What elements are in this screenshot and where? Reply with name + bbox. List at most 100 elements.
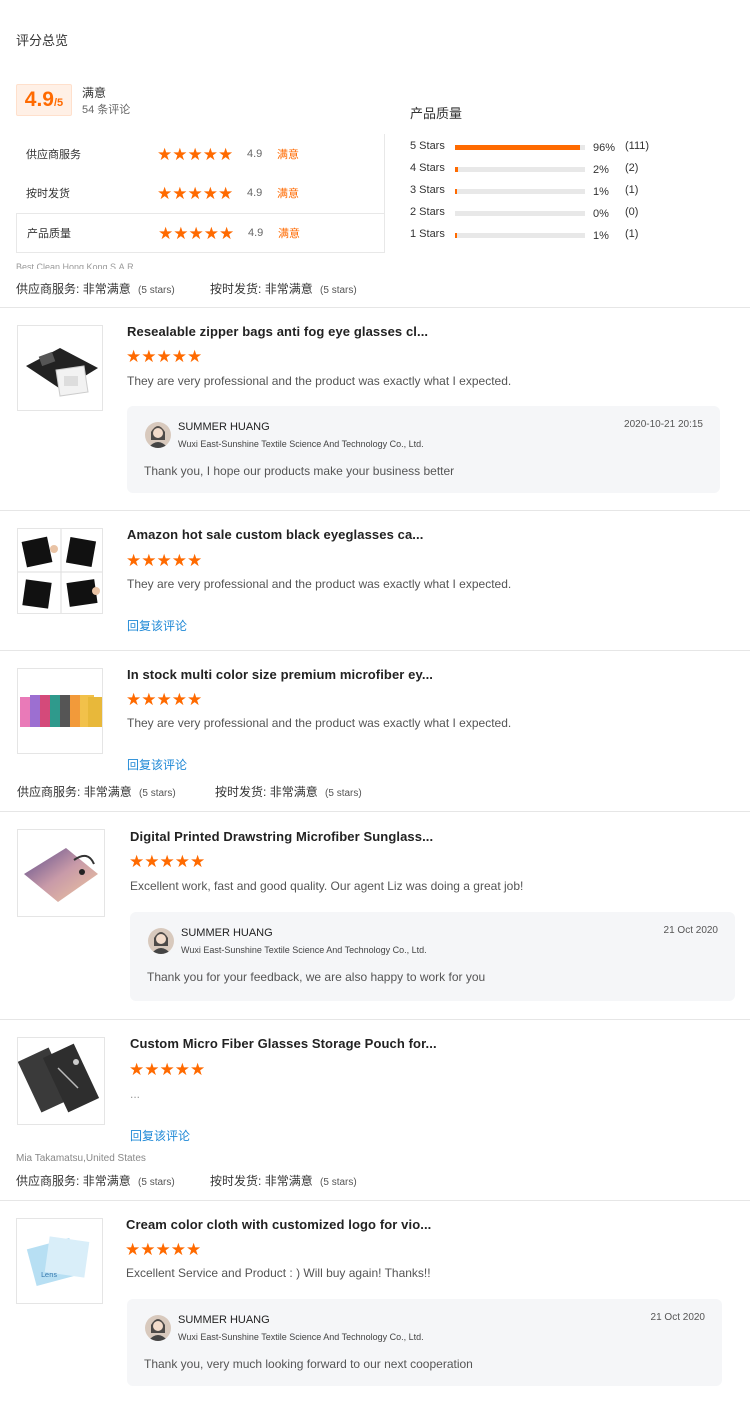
distribution-count: (2) (625, 162, 639, 174)
product-title[interactable]: In stock multi color size premium microf… (127, 667, 433, 682)
distribution-percent: 0% (593, 208, 609, 220)
distribution-count: (0) (625, 206, 639, 218)
review-text: They are very professional and the produ… (127, 577, 512, 591)
divider (0, 650, 750, 651)
distribution-percent: 2% (593, 164, 609, 176)
distribution-bar (455, 167, 585, 172)
metric-value: 4.9 (247, 187, 263, 199)
review-text: They are very professional and the produ… (127, 374, 512, 388)
reply-date: 2020-10-21 20:15 (624, 419, 703, 430)
product-thumbnail[interactable] (17, 1037, 105, 1125)
reply-text: Thank you, I hope our products make your… (144, 464, 455, 478)
reply-review-link[interactable]: 回复该评论 (130, 1127, 190, 1144)
review-stars-icon: ★★★★★ (125, 1240, 202, 1259)
overall-score-badge: 4.9/5 (16, 84, 72, 116)
distribution-bar-fill (455, 145, 580, 150)
reply-company: Wuxi East-Sunshine Textile Science And T… (178, 1332, 424, 1342)
product-thumbnail[interactable] (17, 829, 105, 917)
review-text: Excellent Service and Product : ) Will b… (126, 1266, 431, 1280)
rating-label: 供应商服务: (17, 785, 81, 799)
review-stars-icon: ★★★★★ (129, 1060, 206, 1079)
avatar (148, 928, 174, 954)
rating-stars-note: (5 stars) (320, 285, 357, 296)
rating-value: 非常满意 (82, 282, 131, 296)
product-title[interactable]: Cream color cloth with customized logo f… (126, 1217, 431, 1232)
divider (0, 811, 750, 812)
distribution-percent: 1% (593, 230, 609, 242)
rating-label: 按时发货: (210, 1174, 262, 1188)
reply-date: 21 Oct 2020 (663, 925, 718, 936)
metric-value: 4.9 (248, 227, 264, 239)
product-thumbnail[interactable] (17, 325, 103, 411)
product-thumbnail[interactable] (17, 668, 103, 754)
rating-label: 按时发货: (215, 785, 267, 799)
rating-line: 供应商服务: 非常满意 (5 stars) (16, 280, 175, 297)
reviewer-name: Mia Takamatsu,United States (16, 1153, 146, 1164)
reply-review-link[interactable]: 回复该评论 (127, 617, 187, 634)
metric-label: 按时发货 (26, 188, 70, 200)
reviewer-name: Best Clean,Hong Kong S.A.R. (16, 262, 137, 269)
star-distribution-row: 1 Stars 1% (1) (410, 228, 710, 244)
metric-row-delivery: 按时发货 ★★★★★ 4.9 满意 (16, 173, 385, 213)
rating-value: 非常满意 (269, 785, 318, 799)
star-distribution-row: 3 Stars 1% (1) (410, 184, 710, 200)
distribution-bar (455, 189, 585, 194)
rating-label: 供应商服务: (16, 282, 80, 296)
divider (0, 1019, 750, 1020)
metric-row-service: 供应商服务 ★★★★★ 4.9 满意 (16, 134, 385, 174)
rating-label: 按时发货: (210, 282, 262, 296)
metric-satisfaction: 满意 (277, 188, 299, 200)
reply-review-link[interactable]: 回复该评论 (127, 756, 187, 773)
metrics-list: 供应商服务 ★★★★★ 4.9 满意 按时发货 ★★★★★ 4.9 满意 产品质… (16, 134, 385, 253)
svg-text:Lens: Lens (41, 1271, 58, 1279)
review-stars-icon: ★★★★★ (126, 690, 203, 709)
metric-label: 产品质量 (27, 228, 71, 240)
distribution-label: 1 Stars (410, 228, 445, 240)
distribution-bar (455, 233, 585, 238)
product-title[interactable]: Digital Printed Drawstring Microfiber Su… (130, 829, 433, 844)
reply-author: SUMMER HUANG (178, 421, 270, 433)
rating-value: 非常满意 (82, 1174, 131, 1188)
product-title[interactable]: Resealable zipper bags anti fog eye glas… (127, 324, 428, 339)
reply-date: 21 Oct 2020 (650, 1312, 705, 1323)
distribution-count: (1) (625, 228, 639, 240)
star-distribution-row: 4 Stars 2% (2) (410, 162, 710, 178)
distribution-title: 产品质量 (410, 106, 463, 121)
score-max: /5 (54, 97, 64, 109)
distribution-label: 5 Stars (410, 140, 445, 152)
divider (0, 510, 750, 511)
star-distribution-row: 2 Stars 0% (0) (410, 206, 710, 222)
rating-value: 非常满意 (83, 785, 132, 799)
product-title[interactable]: Amazon hot sale custom black eyeglasses … (127, 527, 423, 542)
metric-value: 4.9 (247, 148, 263, 160)
rating-stars-note: (5 stars) (139, 788, 176, 799)
product-thumbnail[interactable] (17, 528, 103, 614)
review-stars-icon: ★★★★★ (129, 852, 206, 871)
distribution-count: (111) (625, 140, 650, 152)
review-text: ... (130, 1087, 141, 1101)
product-title[interactable]: Custom Micro Fiber Glasses Storage Pouch… (130, 1036, 437, 1051)
distribution-bar-fill (455, 189, 457, 194)
distribution-bar-fill (455, 233, 457, 238)
reply-author: SUMMER HUANG (181, 927, 273, 939)
product-thumbnail[interactable]: Lens (16, 1218, 103, 1304)
reply-text: Thank you, very much looking forward to … (144, 1357, 473, 1371)
supplier-reply: SUMMER HUANG Wuxi East-Sunshine Textile … (127, 1299, 722, 1386)
reply-author: SUMMER HUANG (178, 1314, 270, 1326)
rating-line: 按时发货: 非常满意 (5 stars) (215, 783, 362, 800)
rating-value: 非常满意 (264, 282, 313, 296)
avatar (145, 422, 171, 448)
reply-company: Wuxi East-Sunshine Textile Science And T… (178, 439, 424, 449)
reply-text: Thank you for your feedback, we are also… (147, 970, 486, 984)
supplier-reply: SUMMER HUANG Wuxi East-Sunshine Textile … (127, 406, 720, 493)
metric-row-quality[interactable]: 产品质量 ★★★★★ 4.9 满意 (16, 213, 385, 253)
divider (0, 307, 750, 308)
avatar (145, 1315, 171, 1341)
distribution-percent: 1% (593, 186, 609, 198)
summary-title: 评分总览 (16, 33, 69, 48)
review-text: Excellent work, fast and good quality. O… (130, 879, 524, 893)
supplier-reply: SUMMER HUANG Wuxi East-Sunshine Textile … (130, 912, 735, 1001)
reply-company: Wuxi East-Sunshine Textile Science And T… (181, 945, 427, 955)
rating-line: 供应商服务: 非常满意 (5 stars) (17, 783, 176, 800)
satisfaction-label: 满意 (82, 86, 107, 100)
